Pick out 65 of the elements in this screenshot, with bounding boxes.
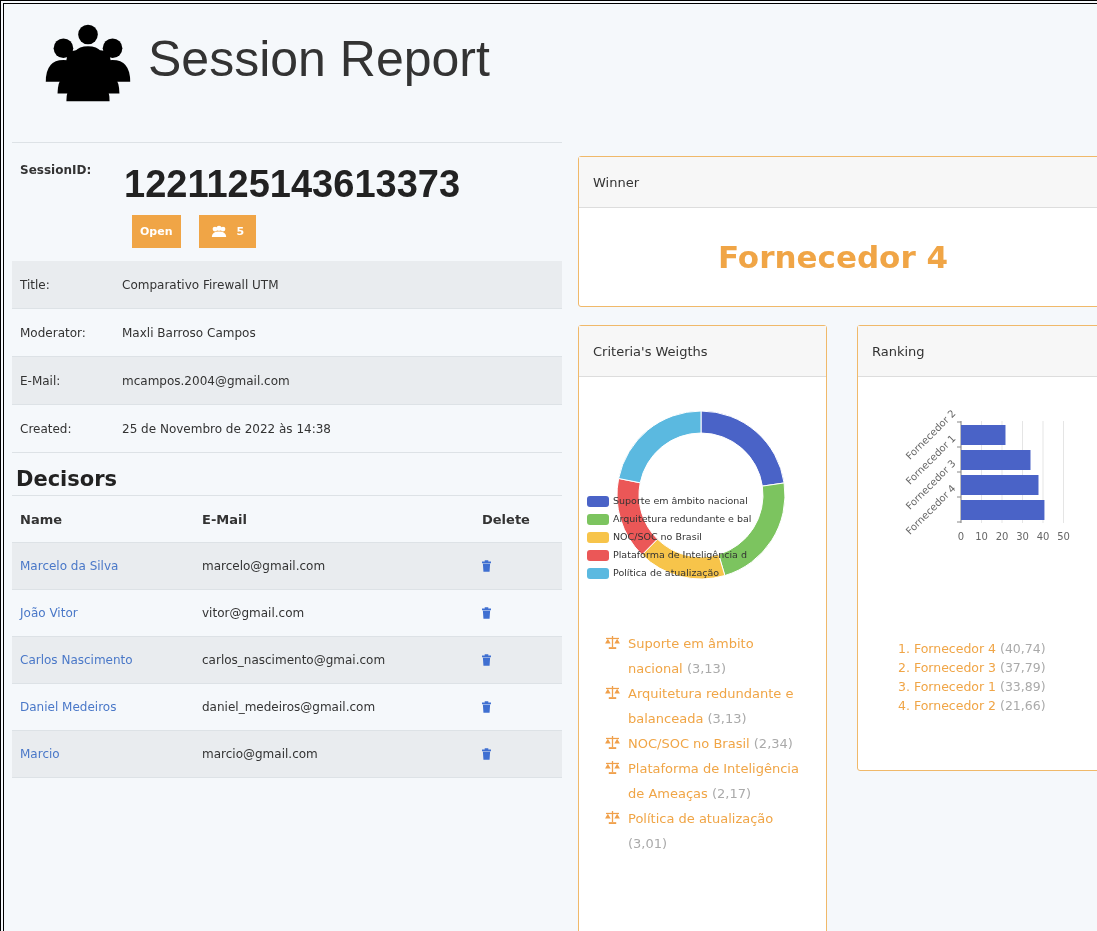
column-header: Delete bbox=[482, 511, 531, 527]
criterion-text: Suporte em âmbito nacional (3,13) bbox=[628, 635, 755, 678]
legend-label: Política de atualização bbox=[613, 566, 720, 580]
card-header: Winner bbox=[579, 157, 1097, 208]
ranking-entry: 3. Fornecedor 1 (33,89) bbox=[898, 678, 1047, 696]
decisor-name-link[interactable]: Marcio bbox=[20, 747, 202, 761]
trash-icon[interactable] bbox=[482, 701, 491, 713]
tick-label: 50 bbox=[1057, 531, 1070, 542]
section-heading: Decisors bbox=[12, 453, 562, 496]
bar bbox=[961, 450, 1031, 470]
trash-icon[interactable] bbox=[482, 607, 491, 619]
session-id: 1221125143613373 bbox=[124, 162, 461, 207]
decisor-name-link[interactable]: Daniel Medeiros bbox=[20, 700, 202, 714]
decisor-name-link[interactable]: Carlos Nascimento bbox=[20, 653, 202, 667]
criterion-text: Plataforma de Inteligência de Ameaças (2,17) bbox=[628, 760, 800, 803]
session-id-label: SessionID: bbox=[20, 163, 93, 179]
column-header: Name bbox=[20, 511, 63, 527]
bar bbox=[961, 425, 1006, 445]
tick-label: 10 bbox=[975, 531, 988, 542]
members-count: 5 bbox=[236, 225, 245, 238]
email-cell-text: marcelo@gmail.com bbox=[202, 559, 327, 573]
trash-icon[interactable] bbox=[482, 748, 491, 760]
legend-swatch bbox=[587, 549, 609, 561]
info-label: Moderator: bbox=[20, 325, 87, 340]
email-cell-text: marcio@gmail.com bbox=[202, 747, 319, 761]
email-cell-text: vitor@gmail.com bbox=[202, 606, 306, 620]
tick-label: 40 bbox=[1036, 531, 1050, 542]
decisor-name-link[interactable]: João Vitor bbox=[20, 606, 202, 620]
column-header: E-Mail bbox=[202, 511, 248, 527]
info-label: Title: bbox=[20, 277, 51, 292]
trash-icon[interactable] bbox=[482, 560, 491, 572]
info-label: Created: bbox=[20, 421, 73, 436]
users-icon bbox=[210, 225, 227, 238]
legend-swatch bbox=[587, 567, 609, 579]
info-label: E-Mail: bbox=[20, 373, 62, 388]
scale-icon bbox=[605, 686, 620, 699]
legend-swatch bbox=[587, 513, 609, 525]
trash-icon[interactable] bbox=[482, 654, 491, 666]
criterion-text: Arquitetura redundante e balanceada (3,13) bbox=[628, 685, 795, 728]
info-value: mcampos.2004@gmail.com bbox=[122, 373, 290, 388]
info-value: Maxli Barroso Campos bbox=[122, 325, 256, 340]
tick-label: 30 bbox=[1016, 531, 1029, 542]
card-header: Ranking bbox=[858, 326, 1097, 377]
ranking-entry: 4. Fornecedor 2 (21,66) bbox=[898, 697, 1047, 715]
ranking-entry: 2. Fornecedor 3 (37,79) bbox=[898, 659, 1047, 677]
info-value: 25 de Novembro de 2022 às 14:38 bbox=[122, 421, 331, 436]
card-header: Criteria's Weigths bbox=[579, 326, 826, 377]
email-cell-text: daniel_medeiros@gmail.com bbox=[202, 700, 377, 714]
winner-name: Fornecedor 4 bbox=[717, 239, 949, 275]
page-title: Session Report bbox=[148, 30, 490, 88]
criterion-text: Política de atualização (3,01) bbox=[628, 810, 775, 853]
decisor-name-link[interactable]: Marcelo da Silva bbox=[20, 559, 202, 573]
tick-label: 0 bbox=[957, 531, 965, 542]
legend-swatch bbox=[587, 495, 609, 507]
tick-label: 20 bbox=[995, 531, 1009, 542]
scale-icon bbox=[605, 736, 620, 749]
scale-icon bbox=[605, 811, 620, 824]
ranking-entry: 1. Fornecedor 4 (40,74) bbox=[898, 640, 1047, 658]
scale-icon bbox=[605, 761, 620, 774]
info-value: Comparativo Firewall UTM bbox=[122, 277, 279, 292]
legend-swatch bbox=[587, 531, 609, 543]
criterion-text: NOC/SOC no Brasil (2,34) bbox=[628, 735, 794, 753]
status-badge: Open bbox=[132, 215, 181, 248]
email-cell-text: carlos_nascimento@gmai.com bbox=[202, 653, 387, 667]
scale-icon bbox=[605, 636, 620, 649]
